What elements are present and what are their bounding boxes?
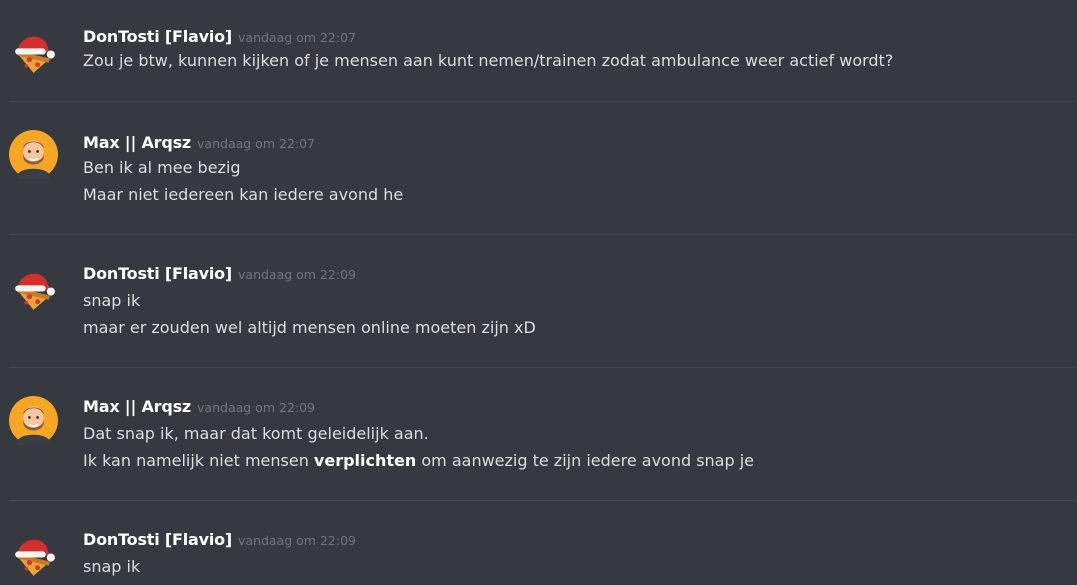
- pizza-santa-hat-icon[interactable]: [9, 265, 58, 314]
- message-divider: [9, 234, 1077, 235]
- message-text: Zou je btw, kunnen kijken of je mensen a…: [83, 51, 894, 70]
- message-header: Max || Arqsz vandaag om 22:09: [83, 396, 315, 418]
- message-text: snap ik: [83, 291, 141, 310]
- timestamp[interactable]: vandaag om 22:07: [238, 30, 356, 45]
- message-header: DonTosti [Flavio] vandaag om 22:09: [83, 529, 356, 551]
- username[interactable]: DonTosti [Flavio]: [83, 27, 232, 46]
- username[interactable]: Max || Arqsz: [83, 397, 191, 416]
- timestamp[interactable]: vandaag om 22:07: [197, 136, 315, 151]
- username[interactable]: DonTosti [Flavio]: [83, 264, 232, 283]
- message-text: Ik kan namelijk niet mensen verplichten …: [83, 450, 754, 472]
- pizza-santa-hat-icon[interactable]: [9, 531, 58, 580]
- chat-message-list: DonTosti [Flavio] vandaag om 22:07 Zou je…: [0, 0, 1077, 585]
- message-text-bold: verplichten: [313, 451, 417, 470]
- timestamp[interactable]: vandaag om 22:09: [197, 400, 315, 415]
- message-text: snap ik: [83, 557, 141, 576]
- username[interactable]: Max || Arqsz: [83, 133, 191, 152]
- bearded-man-avatar-icon[interactable]: [9, 396, 58, 445]
- pizza-santa-hat-icon[interactable]: [9, 28, 58, 77]
- bearded-man-avatar-icon[interactable]: [9, 130, 58, 179]
- message-text: Maar niet iedereen kan iedere avond he: [83, 185, 404, 204]
- message-text: maar er zouden wel altijd mensen online …: [83, 318, 536, 337]
- message-text-segment: Ik kan namelijk niet mensen: [83, 451, 314, 470]
- message-text: Ben ik al mee bezig: [83, 158, 241, 177]
- message-text-segment: om aanwezig te zijn iedere avond snap je: [416, 451, 755, 470]
- message-divider: [9, 367, 1077, 368]
- timestamp[interactable]: vandaag om 22:09: [238, 267, 356, 282]
- message-header: DonTosti [Flavio] vandaag om 22:07: [83, 26, 356, 48]
- message-header: Max || Arqsz vandaag om 22:07: [83, 132, 315, 154]
- username[interactable]: DonTosti [Flavio]: [83, 530, 232, 549]
- timestamp[interactable]: vandaag om 22:09: [238, 533, 356, 548]
- message-header: DonTosti [Flavio] vandaag om 22:09: [83, 263, 356, 285]
- message-text: Dat snap ik, maar dat komt geleidelijk a…: [83, 424, 429, 443]
- message-divider: [9, 500, 1077, 501]
- message-divider: [9, 101, 1077, 102]
